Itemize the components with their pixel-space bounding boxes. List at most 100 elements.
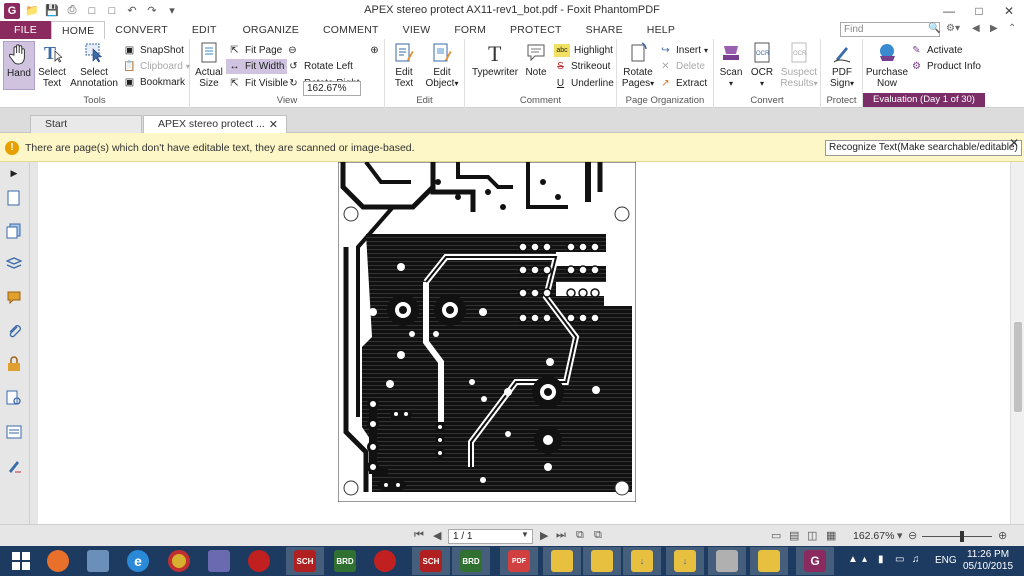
tab-convert[interactable]: CONVERT	[105, 21, 178, 39]
tab-protect[interactable]: PROTECT	[498, 21, 574, 39]
highlight-button[interactable]: abc Highlight	[554, 43, 613, 58]
redo-icon[interactable]: ↷	[144, 3, 160, 19]
tab-help[interactable]: HELP	[635, 21, 687, 39]
notification-close-icon[interactable]: ✕	[1009, 136, 1019, 150]
fit-visible-button[interactable]: ⇱ Fit Visible	[228, 76, 288, 91]
tab-organize[interactable]: ORGANIZE	[231, 21, 311, 39]
tab-edit[interactable]: EDIT	[178, 21, 231, 39]
zoom-slider-knob[interactable]	[960, 531, 964, 542]
tab-share[interactable]: SHARE	[574, 21, 635, 39]
strikeout-button[interactable]: S Strikeout	[554, 59, 610, 74]
doc-tab-start[interactable]: Start	[30, 115, 142, 133]
next-page-icon[interactable]: ▶	[540, 529, 548, 542]
continuous-facing-icon[interactable]: ▦	[826, 529, 836, 542]
facing-icon[interactable]: ◫	[807, 529, 817, 542]
single-page-icon[interactable]: ▭	[771, 529, 781, 542]
edit-text-button[interactable]: Edit Text	[389, 41, 419, 89]
snapshot-button[interactable]: ▣ SnapShot	[123, 43, 184, 58]
search-doc-icon[interactable]	[5, 389, 23, 407]
tray-expand-icon[interactable]: ▲	[848, 554, 858, 565]
zoom-out-icon[interactable]: ⊖	[286, 43, 303, 58]
expand-panel-icon[interactable]: ▶	[5, 164, 23, 182]
zoom-in-icon[interactable]: ⊕	[368, 43, 385, 58]
app-red-2-icon[interactable]	[366, 547, 404, 575]
paint-icon[interactable]	[200, 547, 238, 575]
vertical-scrollbar[interactable]	[1010, 162, 1024, 524]
schematic-app-icon[interactable]: SCH	[286, 547, 324, 575]
minimize-icon[interactable]: —	[934, 0, 964, 21]
windows-start-icon[interactable]	[2, 547, 40, 575]
clock[interactable]: 11:26 PM 05/10/2015	[963, 549, 1013, 573]
previous-page-icon[interactable]: ◀	[433, 529, 441, 542]
content-icon[interactable]	[5, 423, 23, 441]
chrome-icon[interactable]	[160, 547, 198, 575]
folder-2-icon[interactable]	[583, 547, 621, 575]
attachments-icon[interactable]	[5, 322, 23, 340]
typewriter-button[interactable]: T Typewriter	[471, 41, 519, 78]
maximize-icon[interactable]: □	[964, 0, 994, 21]
pdf-sign-button[interactable]: PDF Sign▾	[827, 41, 857, 89]
pages-icon[interactable]	[5, 189, 23, 207]
folder-3-icon[interactable]	[750, 547, 788, 575]
firefox-icon[interactable]	[39, 547, 77, 575]
bookmarks-icon[interactable]	[5, 222, 23, 240]
forward-arrow-icon[interactable]: ▶	[990, 23, 998, 34]
insert-button[interactable]: ↪ Insert ▾	[659, 43, 708, 58]
open-icon[interactable]: 📁	[24, 3, 40, 19]
rotate-left-button[interactable]: ↺ Rotate Left	[287, 59, 353, 74]
internet-explorer-icon[interactable]: e	[119, 547, 157, 575]
underline-button[interactable]: U Underline	[554, 76, 614, 91]
tab-view[interactable]: VIEW	[391, 21, 443, 39]
undo-icon[interactable]: ↶	[124, 3, 140, 19]
language-indicator[interactable]: ENG	[935, 555, 957, 566]
zoom-dropdown-icon[interactable]: ▾	[897, 529, 903, 542]
customize-icon[interactable]: ▾	[164, 3, 180, 19]
signal-icon[interactable]: ▮	[878, 554, 884, 565]
select-text-button[interactable]: T Select Text	[37, 41, 67, 89]
layers-icon[interactable]	[5, 255, 23, 273]
pdf-viewer-icon[interactable]: PDF	[500, 547, 538, 575]
print-icon[interactable]: ⎙	[64, 3, 80, 19]
tab-home[interactable]: HOME	[50, 21, 106, 39]
zoom-level[interactable]: 162.67%	[853, 530, 894, 542]
next-view-icon[interactable]: ⧉	[594, 529, 602, 542]
board-app-2-icon[interactable]: BRD	[452, 547, 490, 575]
hand-button[interactable]: Hand	[3, 41, 35, 90]
schematic-app-2-icon[interactable]: SCH	[412, 547, 450, 575]
drive-icon[interactable]	[708, 547, 746, 575]
bookmark-button[interactable]: ▣ Bookmark	[123, 75, 185, 90]
search-input[interactable]: Find	[840, 22, 940, 37]
suspect-results-button[interactable]: OCR Suspect Results▾	[780, 41, 818, 89]
battery-icon[interactable]: ▭	[895, 554, 904, 565]
folder-icon[interactable]	[543, 547, 581, 575]
save-icon[interactable]: 💾	[44, 3, 60, 19]
clipboard-button[interactable]: 📋 Clipboard ▾	[123, 59, 190, 74]
actual-size-button[interactable]: Actual Size	[194, 41, 224, 89]
back-arrow-icon[interactable]: ◀	[972, 23, 980, 34]
volume-icon[interactable]: ♫	[912, 554, 920, 565]
close-tab-icon[interactable]: ✕	[269, 117, 278, 133]
rotate-pages-button[interactable]: Rotate Pages▾	[621, 41, 655, 89]
tab-form[interactable]: FORM	[442, 21, 498, 39]
activate-button[interactable]: ✎ Activate	[910, 43, 962, 58]
create-pdf-icon[interactable]: □	[104, 3, 120, 19]
folder-download-2-icon[interactable]: ↓	[666, 547, 704, 575]
edit-object-button[interactable]: Edit Object▾	[423, 41, 461, 89]
scan-button[interactable]: Scan ▾	[717, 41, 745, 89]
previous-view-icon[interactable]: ⧉	[576, 529, 584, 542]
first-page-icon[interactable]: ⏮	[414, 529, 424, 542]
delete-button[interactable]: ✕ Delete	[659, 59, 705, 74]
continuous-icon[interactable]: ▤	[789, 529, 799, 542]
fit-width-button[interactable]: ↔ Fit Width	[226, 59, 288, 74]
extract-button[interactable]: ↗ Extract	[659, 76, 707, 91]
gear-icon[interactable]: ⚙▾	[946, 23, 960, 34]
lock-icon[interactable]	[5, 355, 23, 373]
document-view[interactable]	[38, 162, 1010, 524]
search-icon[interactable]: 🔍	[928, 23, 940, 34]
product-info-button[interactable]: ⚙ Product Info	[910, 59, 981, 74]
last-page-icon[interactable]: ⏭	[556, 529, 566, 542]
foxit-logo-icon[interactable]: G	[4, 2, 20, 19]
purchase-now-button[interactable]: Purchase Now	[865, 41, 909, 89]
fit-page-button[interactable]: ⇱ Fit Page	[228, 43, 282, 58]
page-dropdown-icon[interactable]: ▼	[521, 530, 529, 539]
